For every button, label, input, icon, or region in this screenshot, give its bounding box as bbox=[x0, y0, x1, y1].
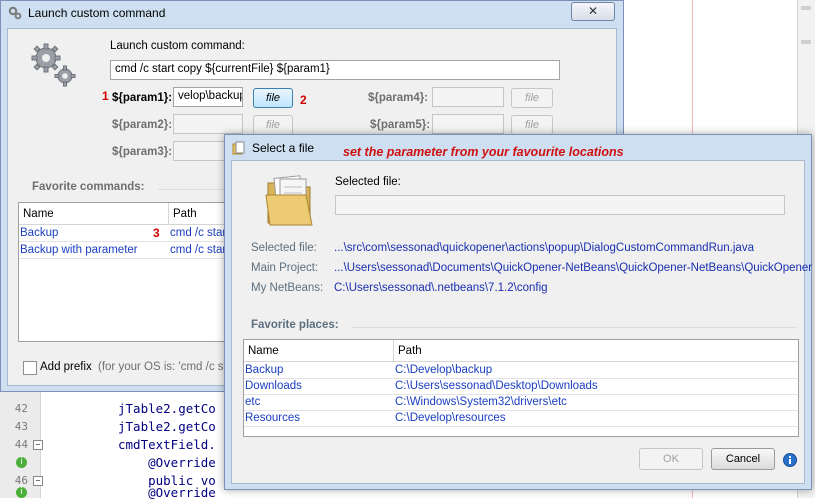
dialog-content: Selected file: Selected file: ...\src\co… bbox=[231, 160, 812, 484]
folder-icon bbox=[232, 141, 245, 155]
table-row[interactable]: Downloads C:\Users\sessonad\Desktop\Down… bbox=[244, 378, 798, 395]
param2-label: ${param2}: bbox=[112, 119, 173, 131]
favorite-places-label: Favorite places: bbox=[251, 319, 339, 331]
ok-button[interactable]: OK bbox=[639, 448, 703, 470]
code-text[interactable]: cmdTextField. bbox=[118, 436, 216, 454]
selected-file-input[interactable] bbox=[335, 195, 785, 215]
line-number: 43 bbox=[14, 420, 28, 433]
selected-file-link[interactable]: ...\src\com\sessonad\quickopener\actions… bbox=[334, 242, 754, 254]
param4-file-button[interactable]: file bbox=[511, 88, 553, 108]
table-row[interactable]: etc C:\Windows\System32\drivers\etc bbox=[244, 394, 798, 411]
row-name: Backup bbox=[20, 227, 59, 239]
step-marker-1: 1 bbox=[102, 89, 109, 103]
row-path: C:\Develop\resources bbox=[395, 412, 506, 424]
gears-icon bbox=[8, 6, 22, 20]
annotation-text: set the parameter from your favourite lo… bbox=[343, 145, 624, 159]
title-bar[interactable]: Select a file set the parameter from you… bbox=[225, 135, 811, 161]
param2-input[interactable] bbox=[173, 114, 243, 134]
param1-input[interactable]: velop\backup bbox=[173, 87, 243, 107]
step-marker-2: 2 bbox=[300, 93, 307, 107]
implements-icon[interactable]: i bbox=[16, 457, 27, 468]
param1-label: ${param1}: bbox=[112, 92, 173, 104]
line-number: 44 bbox=[14, 438, 28, 451]
param2-file-button[interactable]: file bbox=[253, 115, 293, 135]
favorite-places-table[interactable]: Name Path Backup C:\Develop\backup Downl… bbox=[243, 339, 799, 437]
prefix-hint: (for your OS is: 'cmd /c sta bbox=[98, 361, 234, 373]
row-path: C:\Develop\backup bbox=[395, 364, 493, 376]
stripe-mark[interactable] bbox=[801, 40, 811, 44]
window-title: Launch custom command bbox=[28, 6, 166, 20]
code-text[interactable]: @Override bbox=[118, 454, 216, 472]
line-number: 42 bbox=[14, 402, 28, 415]
row-name: Backup with parameter bbox=[20, 244, 138, 256]
code-text[interactable]: jTable2.getCo bbox=[118, 418, 216, 436]
column-header-path[interactable]: Path bbox=[394, 340, 798, 362]
select-file-dialog: Select a file set the parameter from you… bbox=[224, 134, 812, 490]
row-name: Backup bbox=[245, 364, 284, 376]
param5-label: ${param5}: bbox=[370, 119, 431, 131]
implements-icon[interactable]: i bbox=[16, 487, 27, 498]
favorite-commands-table[interactable]: Name Path Backup 3 cmd /c start Backup w… bbox=[18, 202, 238, 342]
param1-file-button[interactable]: file bbox=[253, 88, 293, 108]
param3-label: ${param3}: bbox=[112, 146, 173, 158]
selected-file-label: Selected file: bbox=[251, 242, 317, 254]
table-row[interactable]: Backup with parameter cmd /c start bbox=[19, 242, 237, 259]
group-separator bbox=[352, 327, 797, 328]
column-header-name[interactable]: Name bbox=[19, 203, 169, 225]
main-project-label: Main Project: bbox=[251, 262, 319, 274]
column-header-name[interactable]: Name bbox=[244, 340, 394, 362]
add-prefix-checkbox[interactable] bbox=[23, 361, 37, 375]
add-prefix-label: Add prefix bbox=[40, 361, 92, 373]
favorites-label: Favorite commands: bbox=[32, 181, 145, 193]
row-name: Resources bbox=[245, 412, 300, 424]
table-row[interactable]: Backup C:\Develop\backup bbox=[244, 362, 798, 379]
table-row[interactable]: Resources C:\Develop\resources bbox=[244, 410, 798, 427]
param5-file-button[interactable]: file bbox=[511, 115, 553, 135]
param4-input[interactable] bbox=[432, 87, 504, 107]
param4-label: ${param4}: bbox=[368, 92, 429, 104]
stripe-mark[interactable] bbox=[801, 6, 811, 10]
fold-toggle-icon[interactable]: − bbox=[33, 440, 43, 450]
command-label: Launch custom command: bbox=[110, 40, 245, 52]
code-text[interactable]: jTable2.getCo bbox=[118, 400, 216, 418]
my-netbeans-link[interactable]: C:\Users\sessonad\.netbeans\7.1.2\config bbox=[334, 282, 548, 294]
selected-file-caption: Selected file: bbox=[335, 176, 401, 188]
row-name: Downloads bbox=[245, 380, 302, 392]
param5-input[interactable] bbox=[432, 114, 504, 134]
my-netbeans-label: My NetBeans: bbox=[251, 282, 324, 294]
cancel-button[interactable]: Cancel bbox=[711, 448, 775, 470]
row-path: C:\Users\sessonad\Desktop\Downloads bbox=[395, 380, 598, 392]
close-button[interactable]: ✕ bbox=[571, 2, 615, 21]
row-path: C:\Windows\System32\drivers\etc bbox=[395, 396, 567, 408]
table-row[interactable]: Backup 3 cmd /c start bbox=[19, 225, 237, 242]
folder-documents-icon bbox=[265, 175, 313, 226]
code-text[interactable]: @Override bbox=[118, 484, 216, 502]
step-marker-3: 3 bbox=[153, 226, 160, 240]
window-title: Select a file bbox=[252, 141, 315, 155]
info-icon[interactable] bbox=[783, 453, 797, 467]
main-project-link[interactable]: ...\Users\sessonad\Documents\QuickOpener… bbox=[334, 262, 812, 274]
command-input[interactable]: cmd /c start copy ${currentFile} ${param… bbox=[110, 60, 560, 80]
title-bar[interactable]: Launch custom command ✕ bbox=[1, 1, 623, 27]
gears-icon bbox=[31, 43, 76, 87]
row-name: etc bbox=[245, 396, 261, 408]
